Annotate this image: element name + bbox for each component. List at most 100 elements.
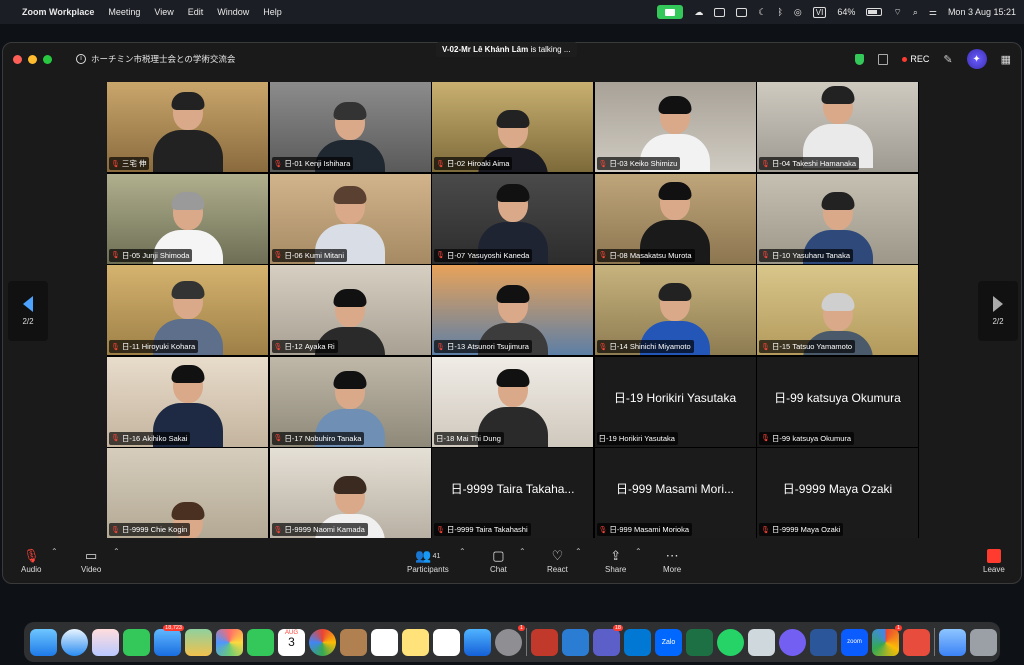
excel-icon[interactable] (686, 628, 713, 656)
preview-icon[interactable] (748, 628, 775, 656)
menu-window[interactable]: Window (217, 7, 249, 17)
participant-tile[interactable]: 🎙 日-9999 Naomi Kamada (269, 448, 431, 538)
photos-icon[interactable] (216, 628, 243, 656)
system-settings-icon[interactable]: 1 (495, 624, 525, 656)
presentation-app-icon[interactable] (531, 628, 558, 656)
moon-icon[interactable]: ☾ (758, 7, 766, 18)
participants-button[interactable]: 👥 41 Participants (407, 547, 449, 574)
participant-tile[interactable]: 日-18 Mai Thi Dung (432, 356, 593, 447)
participant-tile[interactable]: 🎙 日-08 Masakatsu Murota (594, 173, 756, 264)
participant-tile[interactable]: 🎙 日-10 Yasuharu Tanaka (757, 173, 918, 264)
control-center-icon[interactable]: ⚌ (929, 7, 937, 18)
zalo-icon[interactable]: Zalo (655, 628, 682, 656)
recording-indicator[interactable]: REC (902, 54, 929, 64)
menu-view[interactable]: View (154, 7, 173, 17)
calendar-icon[interactable]: AUG 3 (278, 628, 305, 656)
facetime-icon[interactable] (247, 628, 274, 656)
teams-icon[interactable]: 18 (593, 624, 623, 656)
security-shield-icon[interactable] (855, 53, 865, 65)
participant-tile[interactable]: 🎙 三宅 伸 (107, 82, 268, 172)
audio-button[interactable]: 🎙 Audio (21, 547, 41, 574)
menu-app-name[interactable]: Zoom Workplace (22, 7, 94, 17)
audio-options-chevron-icon[interactable]: ⌃ (51, 547, 58, 556)
ai-companion-icon[interactable]: ✦ (966, 49, 987, 69)
share-button[interactable]: ⇪ Share (605, 547, 626, 574)
participant-tile[interactable]: 🎙 日-14 Shinichi Miyamoto (594, 265, 756, 355)
view-grid-icon[interactable]: ▦ (1001, 53, 1011, 66)
video-button[interactable]: ▭ Video (81, 547, 101, 574)
react-button[interactable]: ♡ React (547, 547, 568, 574)
bluetooth-icon[interactable]: ᛒ (778, 7, 783, 17)
previous-page-button[interactable]: 2/2 (8, 281, 48, 341)
windows-icon[interactable] (714, 7, 726, 17)
participant-tile[interactable]: 日-99 katsuya Okumura 🎙 日-99 katsuya Okumur… (757, 356, 918, 447)
next-page-button[interactable]: 2/2 (978, 281, 1018, 341)
video-options-chevron-icon[interactable]: ⌃ (113, 547, 120, 556)
maps-icon[interactable] (185, 628, 212, 656)
menu-meeting[interactable]: Meeting (108, 7, 140, 17)
participant-tile[interactable]: 🎙 日-02 Hiroaki Aima (432, 82, 593, 172)
mail-icon[interactable]: 18,723 (154, 624, 184, 656)
menu-edit[interactable]: Edit (188, 7, 204, 17)
participants-options-chevron-icon[interactable]: ⌃ (459, 547, 466, 556)
chrome-icon[interactable] (309, 628, 336, 656)
participant-tile[interactable]: 🎙 日-13 Atsunori Tsujimura (432, 265, 593, 355)
outlook-icon[interactable] (562, 628, 589, 656)
meeting-info-icon[interactable]: i (76, 54, 86, 64)
spotlight-icon[interactable]: ⌕ (913, 7, 918, 18)
participant-tile[interactable]: 🎙 日-9999 Chie Kogin (107, 448, 268, 538)
participant-tile[interactable]: 日-19 Horikiri Yasutaka 日-19 Horikiri Yasu… (594, 356, 756, 447)
menu-datetime[interactable]: Mon 3 Aug 15:21 (948, 7, 1016, 17)
participant-tile[interactable]: 🎙 日-05 Junji Shimoda (107, 173, 268, 264)
safari-icon[interactable] (61, 628, 88, 656)
share-options-chevron-icon[interactable]: ⌃ (635, 547, 642, 556)
reminders-icon[interactable] (371, 628, 398, 656)
trash-icon[interactable] (970, 628, 997, 656)
messages-icon[interactable] (123, 628, 150, 656)
acrobat-icon[interactable] (903, 628, 930, 656)
notes-app-icon[interactable] (402, 628, 429, 656)
participant-tile[interactable]: 🎙 日-04 Takeshi Hamanaka (757, 82, 918, 172)
windows-app-icon[interactable] (624, 628, 651, 656)
freeform-icon[interactable] (433, 628, 460, 656)
zoom-app-icon[interactable]: zoom (841, 628, 868, 656)
participant-tile[interactable]: 日-9999 Taira Takaha... 🎙 日-9999 Taira Taka… (432, 448, 593, 538)
minimize-window-button[interactable] (28, 54, 37, 64)
participant-tile[interactable]: 🎙 日-11 Hiroyuki Kohara (107, 265, 268, 355)
battery-icon[interactable] (866, 8, 883, 16)
participant-tile[interactable]: 🎙 日-16 Akihiko Sakai (107, 356, 268, 447)
chat-button[interactable]: ▢ Chat (490, 547, 507, 574)
participant-tile[interactable]: 🎙 日-01 Kenji Ishihara (269, 82, 431, 172)
participant-tile[interactable]: 🎙 日-17 Nobuhiro Tanaka (269, 356, 431, 447)
participant-tile[interactable]: 日-9999 Maya Ozaki 🎙 日-9999 Maya Ozaki (757, 448, 918, 538)
cloud-icon[interactable]: ☁ (694, 7, 703, 18)
wifi-icon[interactable]: ⌔ (893, 7, 901, 18)
downloads-folder-icon[interactable] (939, 628, 966, 656)
app-store-icon[interactable] (464, 628, 491, 656)
fullscreen-window-button[interactable] (43, 54, 52, 64)
participant-tile[interactable]: 🎙 日-06 Kumi Mitani (269, 173, 431, 264)
menu-help[interactable]: Help (263, 7, 282, 17)
more-button[interactable]: ⋯ More (663, 547, 681, 574)
whatsapp-icon[interactable] (717, 628, 744, 656)
participant-tile[interactable]: 🎙 日-12 Ayaka Ri (269, 265, 431, 355)
chat-options-chevron-icon[interactable]: ⌃ (519, 547, 526, 556)
word-icon[interactable] (810, 628, 837, 656)
drive-app-icon[interactable]: 1 (872, 624, 902, 656)
participant-tile[interactable]: 🎙 日-03 Keiko Shimizu (594, 82, 756, 172)
annotate-pen-icon[interactable]: ✎ (943, 53, 952, 66)
participant-tile[interactable]: 🎙 日-07 Yasuyoshi Kaneda (432, 173, 593, 264)
participant-tile[interactable]: 日-999 Masami Mori... 🎙 日-999 Masami Moriok… (594, 448, 756, 538)
notes-icon[interactable] (878, 53, 889, 65)
camera-in-use-icon[interactable] (657, 5, 684, 19)
finder-icon[interactable] (30, 628, 57, 656)
participant-tile[interactable]: 🎙 日-15 Tatsuo Yamamoto (757, 265, 918, 355)
display-icon[interactable] (736, 7, 748, 17)
contacts-icon[interactable] (340, 628, 367, 656)
leave-button[interactable]: Leave (983, 547, 1005, 574)
input-source-indicator[interactable]: VI (812, 6, 827, 18)
launchpad-icon[interactable] (92, 628, 119, 656)
close-window-button[interactable] (13, 54, 22, 64)
react-options-chevron-icon[interactable]: ⌃ (575, 547, 582, 556)
airdrop-icon[interactable]: ◎ (794, 7, 802, 18)
